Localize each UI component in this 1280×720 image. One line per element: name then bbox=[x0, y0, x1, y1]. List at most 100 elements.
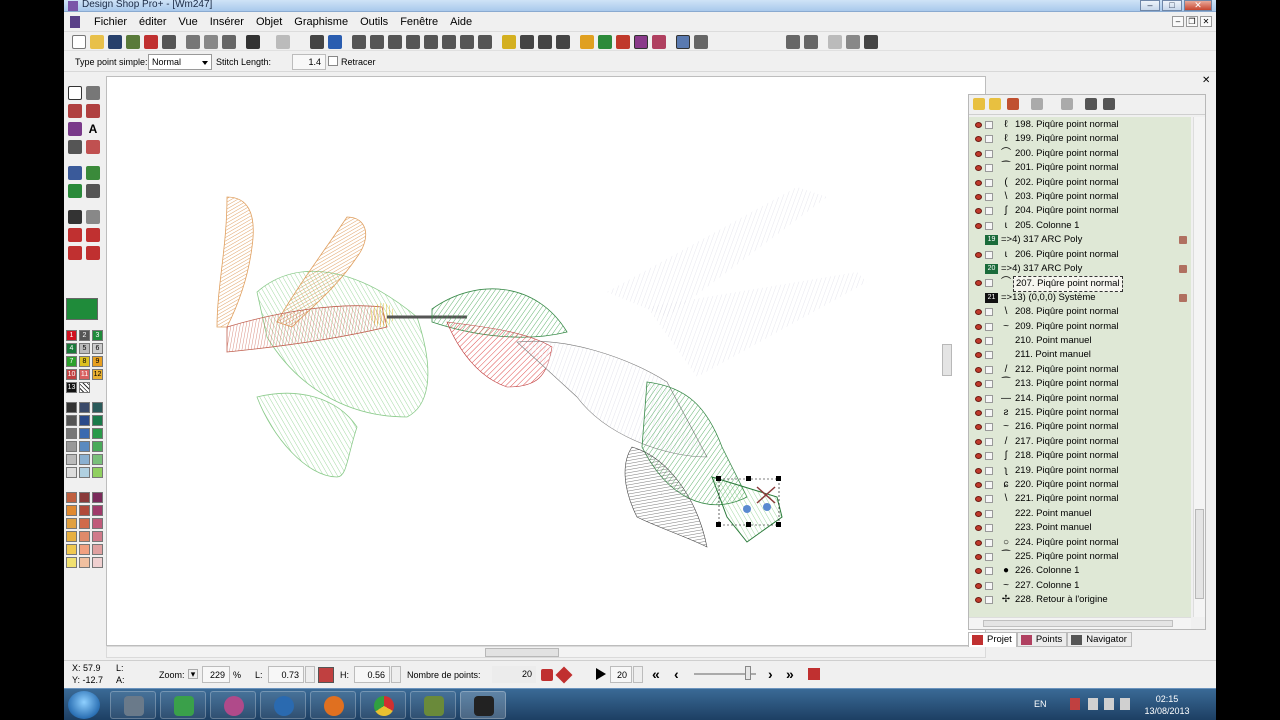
layer-row[interactable]: ɕ 220. Piqûre point normal bbox=[969, 478, 1191, 492]
swatch[interactable] bbox=[66, 454, 77, 465]
layer-row[interactable]: 222. Point manuel bbox=[969, 507, 1191, 521]
swatch-11[interactable]: 11 bbox=[79, 369, 90, 380]
help-icon[interactable] bbox=[328, 35, 342, 49]
mirror-h-icon[interactable] bbox=[68, 228, 82, 242]
swatch-1[interactable]: 1 bbox=[66, 330, 77, 341]
visibility-eye-icon[interactable] bbox=[975, 525, 982, 532]
close-button[interactable]: ✕ bbox=[1184, 0, 1212, 11]
swatch[interactable] bbox=[79, 441, 90, 452]
swatch-3[interactable]: 3 bbox=[92, 330, 103, 341]
visibility-eye-icon[interactable] bbox=[975, 136, 982, 143]
layer-checkbox[interactable] bbox=[985, 337, 993, 345]
step-forward-icon[interactable]: › bbox=[768, 666, 773, 682]
start-button[interactable] bbox=[68, 691, 100, 719]
zoom-input[interactable]: 229 bbox=[202, 666, 230, 683]
width-input[interactable]: 0.73 bbox=[268, 666, 304, 683]
minimize-button[interactable]: – bbox=[1140, 0, 1160, 11]
layer-checkbox[interactable] bbox=[985, 178, 993, 187]
layer-checkbox[interactable] bbox=[985, 394, 993, 403]
swatch[interactable] bbox=[79, 402, 90, 413]
selection-handle[interactable] bbox=[746, 476, 751, 481]
layer-row[interactable]: ⁀ 213. Piqûre point normal bbox=[969, 377, 1191, 391]
list-horizontal-scrollbar[interactable] bbox=[969, 617, 1191, 629]
lock-icon[interactable] bbox=[1179, 265, 1187, 273]
visibility-eye-icon[interactable] bbox=[975, 510, 982, 517]
retracer-checkbox[interactable] bbox=[328, 56, 338, 66]
move-up-icon[interactable] bbox=[1031, 98, 1043, 110]
swatch[interactable] bbox=[66, 544, 77, 555]
swatch[interactable] bbox=[92, 428, 103, 439]
list-filter-icon[interactable] bbox=[1103, 98, 1115, 110]
print-icon[interactable] bbox=[310, 35, 324, 49]
swatch[interactable] bbox=[66, 402, 77, 413]
menu-outils[interactable]: Outils bbox=[354, 16, 394, 28]
layer-row[interactable]: ʅ 219. Piqûre point normal bbox=[969, 464, 1191, 478]
type-point-select[interactable]: Normal bbox=[148, 54, 212, 70]
menu-fenetre[interactable]: Fenêtre bbox=[394, 16, 444, 28]
stitch-point[interactable] bbox=[743, 505, 751, 513]
swatch[interactable] bbox=[66, 441, 77, 452]
layer-row[interactable]: 211. Point manuel bbox=[969, 348, 1191, 362]
zoom-previous-icon[interactable] bbox=[442, 35, 456, 49]
swatch-5[interactable]: 5 bbox=[79, 343, 90, 354]
visibility-eye-icon[interactable] bbox=[975, 338, 982, 344]
undo-icon[interactable] bbox=[246, 35, 260, 49]
swatch[interactable] bbox=[92, 505, 103, 516]
visibility-eye-icon[interactable] bbox=[975, 280, 982, 287]
height-input[interactable]: 0.56 bbox=[354, 666, 390, 683]
layer-group-row[interactable]: 21 =>13) (0,0,0) Système bbox=[969, 291, 1191, 305]
grid-lines-icon[interactable] bbox=[520, 35, 534, 49]
swatch[interactable] bbox=[66, 428, 77, 439]
copy-icon[interactable] bbox=[204, 35, 218, 49]
selection-handle[interactable] bbox=[716, 522, 721, 527]
color-replace-icon[interactable] bbox=[86, 246, 100, 260]
pointer-icon[interactable] bbox=[68, 86, 82, 100]
doc-minimize-button[interactable]: – bbox=[1172, 16, 1184, 27]
layer-row[interactable]: ○ 224. Piqûre point normal bbox=[969, 536, 1191, 550]
lock-icon[interactable] bbox=[1179, 236, 1187, 245]
swatch[interactable] bbox=[66, 505, 77, 516]
layer-row[interactable]: — 214. Piqûre point normal bbox=[969, 392, 1191, 406]
align-icon[interactable] bbox=[828, 35, 842, 49]
layer-row[interactable]: ⁀ 201. Piqûre point normal bbox=[969, 161, 1191, 175]
scroll-thumb[interactable] bbox=[942, 344, 952, 376]
swatch[interactable] bbox=[66, 415, 77, 426]
ungroup-icon[interactable] bbox=[804, 35, 818, 49]
layer-checkbox[interactable] bbox=[985, 409, 993, 417]
visibility-eye-icon[interactable] bbox=[975, 395, 982, 402]
zoom-box-icon[interactable] bbox=[388, 35, 402, 49]
swatch-8[interactable]: 8 bbox=[79, 356, 90, 367]
layer-checkbox[interactable] bbox=[985, 596, 993, 605]
stitch-view-icon[interactable] bbox=[598, 35, 612, 49]
swatch-6[interactable]: 6 bbox=[92, 343, 103, 354]
grid-icon[interactable] bbox=[556, 35, 570, 49]
layer-row[interactable]: ~227. Colonne 1 bbox=[969, 579, 1191, 593]
swatch[interactable] bbox=[79, 428, 90, 439]
swatch[interactable] bbox=[79, 467, 90, 478]
freehand-icon[interactable] bbox=[86, 166, 100, 180]
swatch[interactable] bbox=[92, 402, 103, 413]
speed-spinner[interactable] bbox=[633, 666, 643, 683]
line-tool-icon[interactable] bbox=[86, 86, 100, 100]
swatch[interactable] bbox=[79, 531, 90, 542]
layer-checkbox[interactable] bbox=[985, 322, 993, 331]
fast-forward-icon[interactable]: » bbox=[786, 666, 794, 682]
open-icon[interactable] bbox=[90, 35, 104, 49]
object-list[interactable]: ℓ 198. Piqûre point normal ℓ 199. Piqûre po… bbox=[969, 117, 1191, 617]
order-icon[interactable] bbox=[846, 35, 860, 49]
folder-up-icon[interactable] bbox=[1007, 98, 1019, 110]
list-vertical-scrollbar[interactable] bbox=[1193, 117, 1205, 617]
swatch[interactable] bbox=[92, 518, 103, 529]
fast-backward-icon[interactable]: « bbox=[652, 666, 660, 682]
layer-row[interactable]: ~216. Piqûre point normal bbox=[969, 420, 1191, 434]
scroll-thumb[interactable] bbox=[1195, 509, 1204, 599]
visibility-eye-icon[interactable] bbox=[975, 122, 982, 128]
layer-checkbox[interactable] bbox=[985, 308, 993, 317]
menu-editer[interactable]: éditer bbox=[133, 16, 173, 28]
swatch-13[interactable]: 13 bbox=[66, 382, 77, 393]
layer-row[interactable]: ʃ 204. Piqûre point normal bbox=[969, 204, 1191, 218]
stitch-jump-icon[interactable] bbox=[555, 666, 573, 684]
layer-row[interactable]: ɩ 205. Colonne 1 bbox=[969, 219, 1191, 233]
volume-icon[interactable] bbox=[1120, 698, 1130, 710]
tray-icon[interactable] bbox=[1070, 698, 1080, 710]
